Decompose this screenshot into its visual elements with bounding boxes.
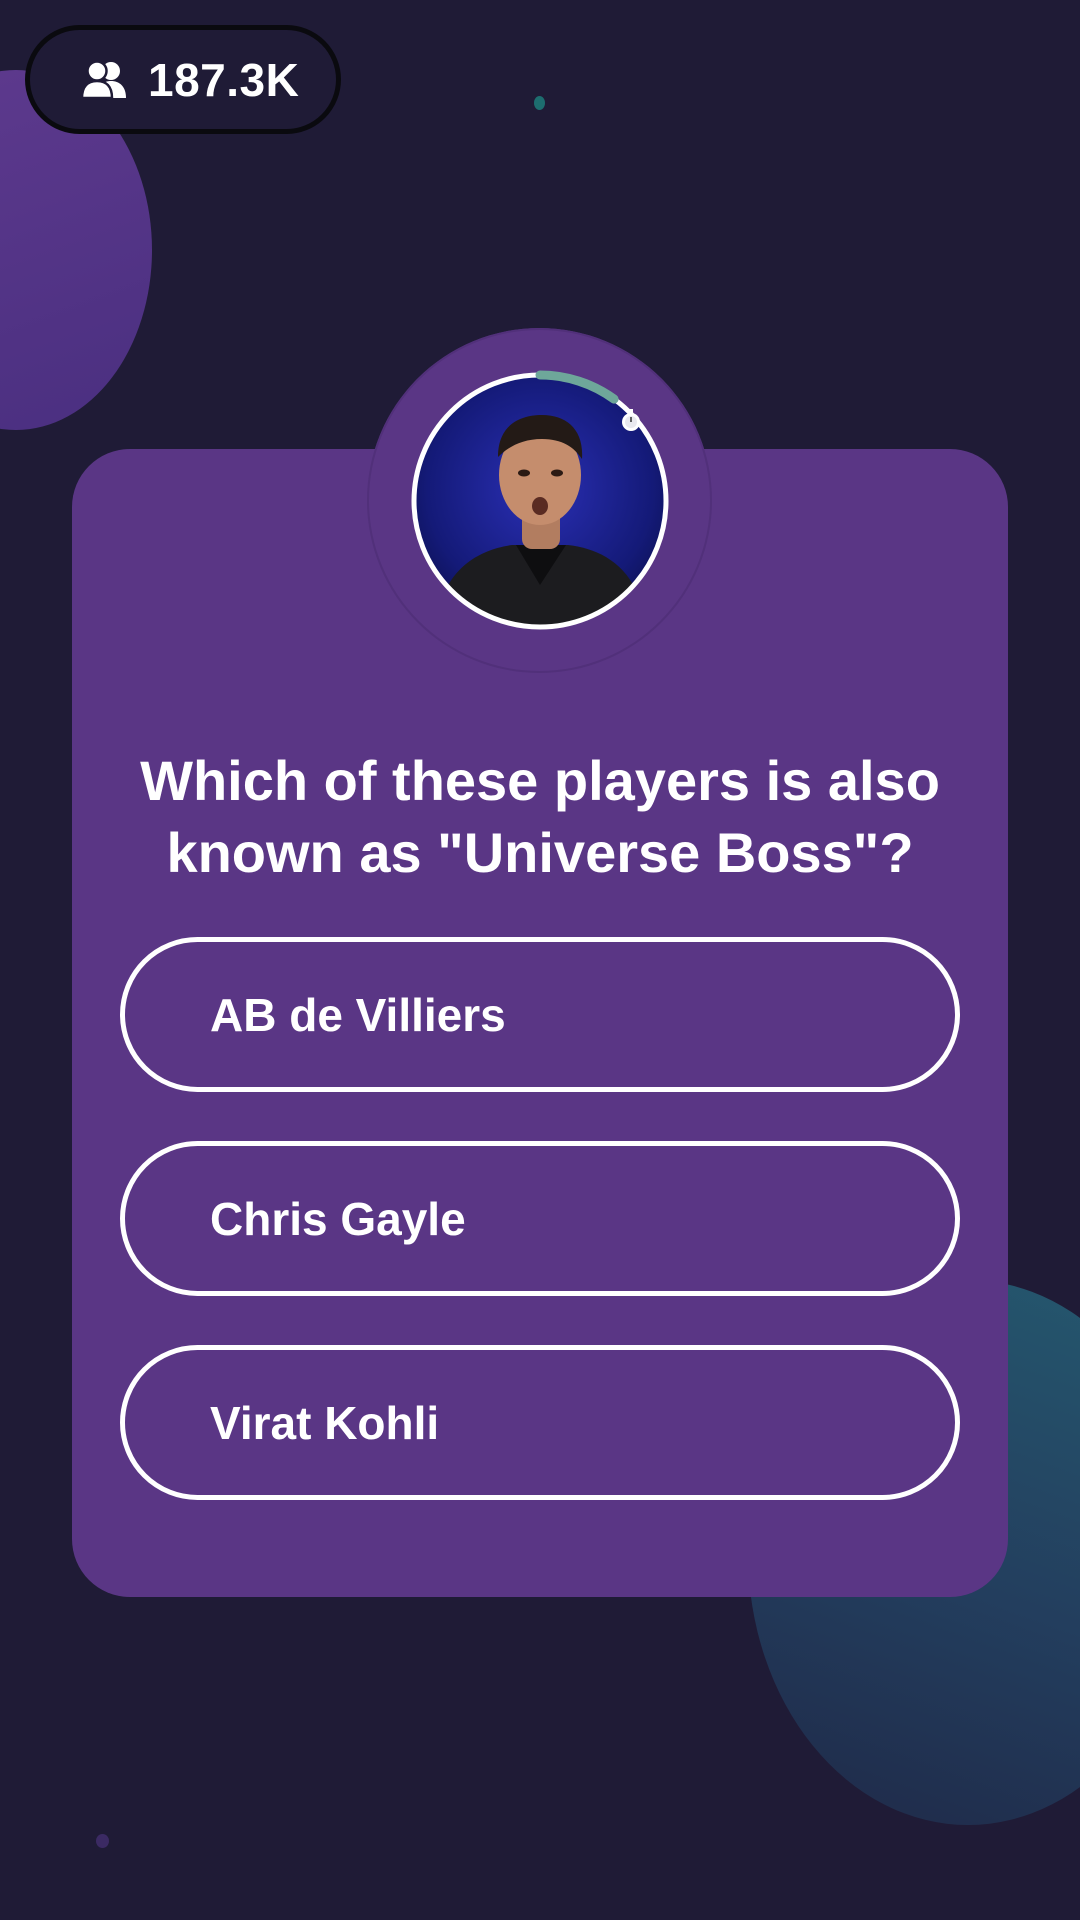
users-icon xyxy=(80,59,126,99)
countdown-timer-arc xyxy=(535,370,619,404)
question-text: Which of these players is also known as … xyxy=(140,749,940,884)
stopwatch-icon xyxy=(622,409,640,431)
decorative-dot-purple xyxy=(96,1834,109,1848)
decorative-dot-teal xyxy=(534,96,545,110)
answer-option-label: Chris Gayle xyxy=(210,1192,466,1245)
viewer-count-text: 187.3K xyxy=(148,53,300,106)
answer-option-1[interactable]: AB de Villiers xyxy=(120,937,960,1092)
answer-option-2[interactable]: Chris Gayle xyxy=(120,1141,960,1296)
answer-option-label: AB de Villiers xyxy=(210,988,506,1041)
answer-option-label: Virat Kohli xyxy=(210,1396,440,1449)
quiz-screen: 187.3K Which of these players is also kn… xyxy=(0,0,1080,1920)
countdown-timer-ring xyxy=(411,370,669,630)
viewer-count-badge: 187.3K xyxy=(25,25,341,134)
answer-option-3[interactable]: Virat Kohli xyxy=(120,1345,960,1500)
